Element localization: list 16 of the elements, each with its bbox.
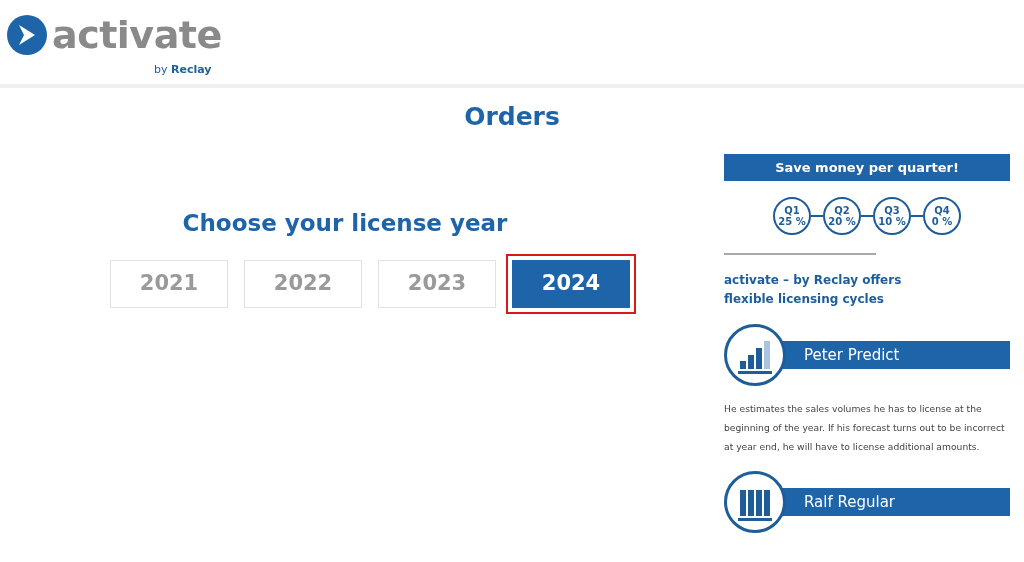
- profile-description: He estimates the sales volumes he has to license at the beginning of the year. If his forecast turns out to be incorrect at year end, he will have to license additional amounts.: [724, 402, 1006, 454]
- year-button[interactable]: 2022: [244, 260, 362, 308]
- quarter-badge: Q2 20 %: [823, 197, 861, 235]
- year-button[interactable]: 2021: [110, 260, 228, 308]
- quarter-badge: Q1 25 %: [773, 197, 811, 235]
- quarter-badge: Q3 10 %: [873, 197, 911, 235]
- promo-banner: Save money per quarter!: [724, 153, 1010, 181]
- page-title: Orders: [464, 102, 560, 131]
- logo-wordmark: activate: [52, 16, 222, 54]
- intro-text: flexible licensing cycles: [724, 291, 884, 306]
- logo-chevron-icon: [6, 14, 48, 56]
- year-button[interactable]: 2023: [378, 260, 496, 308]
- quarter-badge: Q4 0 %: [923, 197, 961, 235]
- logo-byline: by Reclay: [154, 62, 212, 78]
- intro-text: activate – by Reclay offers: [724, 273, 902, 287]
- section-heading: Choose your license year: [182, 209, 508, 236]
